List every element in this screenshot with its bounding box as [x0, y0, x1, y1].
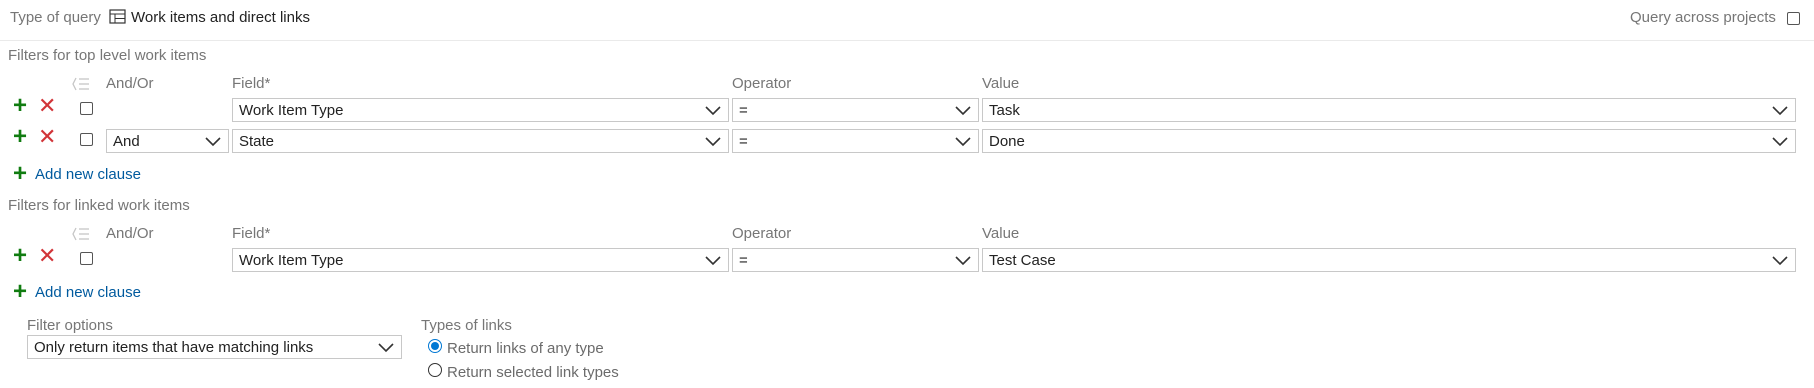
filter-options-select[interactable]: Only return items that have matching lin… — [27, 335, 402, 359]
linked-filters-title: Filters for linked work items — [8, 197, 190, 214]
table-icon — [109, 8, 127, 26]
operator-select-value: = — [739, 101, 748, 119]
chevron-down-icon — [1772, 137, 1788, 147]
chevron-down-icon — [955, 137, 971, 147]
operator-select-value: = — [739, 132, 748, 150]
group-clauses-icon — [72, 76, 90, 96]
col-operator: Operator — [732, 225, 792, 242]
plus-icon: + — [13, 160, 28, 187]
filter-options-value: Only return items that have matching lin… — [34, 338, 314, 356]
col-andor: And/Or — [106, 75, 154, 92]
operator-select-value: = — [739, 251, 748, 269]
operator-select[interactable]: = — [732, 248, 979, 272]
field-select-value: Work Item Type — [239, 251, 344, 269]
col-field: Field* — [232, 225, 271, 242]
col-andor: And/Or — [106, 225, 154, 242]
row-select-checkbox[interactable] — [80, 133, 93, 146]
query-type-selector[interactable]: Work items and direct links — [109, 8, 310, 26]
query-type-value: Work items and direct links — [131, 8, 310, 26]
row-select-checkbox[interactable] — [80, 252, 93, 265]
filter-options-label: Filter options — [27, 317, 113, 334]
col-operator: Operator — [732, 75, 792, 92]
col-field: Field* — [232, 75, 271, 92]
remove-row-button[interactable]: ✕ — [38, 95, 56, 117]
value-select[interactable]: Test Case — [982, 248, 1796, 272]
add-new-clause-label: Add new clause — [35, 283, 141, 301]
chevron-down-icon — [1772, 256, 1788, 266]
type-of-query-label: Type of query — [10, 9, 101, 26]
chevron-down-icon — [705, 256, 721, 266]
add-row-button[interactable]: + — [13, 94, 27, 118]
chevron-down-icon — [205, 137, 221, 147]
col-value: Value — [982, 75, 1020, 92]
plus-icon: + — [13, 278, 28, 305]
col-value: Value — [982, 225, 1020, 242]
field-select[interactable]: State — [232, 129, 729, 153]
add-new-clause-button[interactable]: + Add new clause — [13, 162, 141, 186]
value-select[interactable]: Done — [982, 129, 1796, 153]
andor-select-value: And — [113, 132, 140, 150]
add-new-clause-label: Add new clause — [35, 165, 141, 183]
radio-any-link-type[interactable] — [428, 339, 442, 353]
chevron-down-icon — [955, 256, 971, 266]
row-select-checkbox[interactable] — [80, 102, 93, 115]
field-select[interactable]: Work Item Type — [232, 98, 729, 122]
remove-row-button[interactable]: ✕ — [38, 245, 56, 267]
radio-selected-link-types-label: Return selected link types — [447, 364, 619, 381]
chevron-down-icon — [1772, 106, 1788, 116]
value-select-value: Done — [989, 132, 1025, 150]
field-select-value: State — [239, 132, 275, 150]
chevron-down-icon — [955, 106, 971, 116]
value-select-value: Test Case — [989, 251, 1056, 269]
operator-select[interactable]: = — [732, 129, 979, 153]
top-filters-title: Filters for top level work items — [8, 47, 207, 64]
chevron-down-icon — [378, 343, 394, 353]
value-select[interactable]: Task — [982, 98, 1796, 122]
add-new-clause-button[interactable]: + Add new clause — [13, 280, 141, 304]
add-row-button[interactable]: + — [13, 244, 27, 268]
chevron-down-icon — [705, 137, 721, 147]
field-select-value: Work Item Type — [239, 101, 344, 119]
query-across-projects-label: Query across projects — [1630, 9, 1776, 26]
value-select-value: Task — [989, 101, 1020, 119]
operator-select[interactable]: = — [732, 98, 979, 122]
group-clauses-icon — [72, 226, 90, 246]
types-of-links-label: Types of links — [421, 317, 512, 334]
remove-row-button[interactable]: ✕ — [38, 126, 56, 148]
field-select[interactable]: Work Item Type — [232, 248, 729, 272]
radio-selected-link-types[interactable] — [428, 363, 442, 377]
radio-any-link-type-label: Return links of any type — [447, 340, 604, 357]
chevron-down-icon — [705, 106, 721, 116]
query-across-projects-checkbox[interactable] — [1787, 12, 1800, 25]
andor-select[interactable]: And — [106, 129, 229, 153]
add-row-button[interactable]: + — [13, 125, 27, 149]
